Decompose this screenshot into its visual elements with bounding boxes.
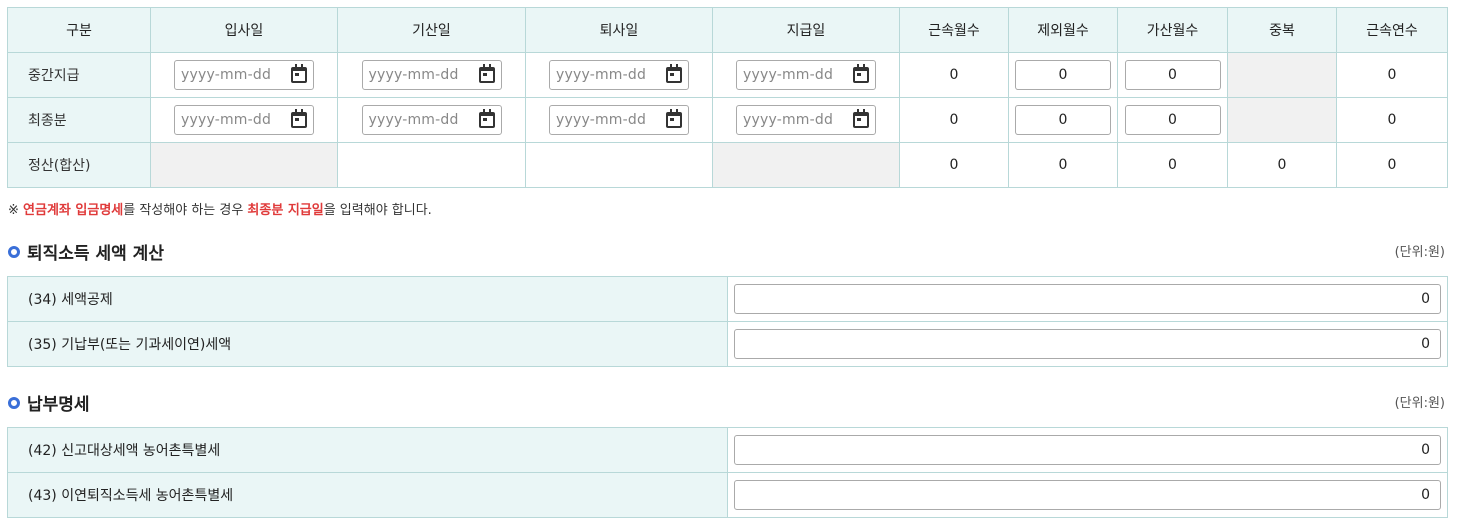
start-date-cell [337,142,526,188]
col-header-duplicate: 중복 [1227,7,1337,53]
table-row-interim: 중간지급 yyyy-mm-dd yyyy-mm-dd yyyy-mm-dd yy… [7,52,1448,98]
calendar-icon[interactable] [666,109,682,128]
prepaid-tax-label: (35) 기납부(또는 기과세이연)세액 [7,321,728,367]
start-date-input[interactable]: yyyy-mm-dd [361,105,502,135]
join-date-input[interactable]: yyyy-mm-dd [174,60,314,90]
col-header-start-date: 기산일 [337,7,526,53]
start-date-input[interactable]: yyyy-mm-dd [361,60,502,90]
service-months-value: 0 [899,97,1009,143]
added-months-value: 0 [1117,142,1228,188]
notice-highlight: 최종분 지급일 [247,203,324,218]
tax-table: (34) 세액공제 0 (35) 기납부(또는 기과세이연)세액 0 [7,276,1448,367]
pay-date-input[interactable]: yyyy-mm-dd [736,105,876,135]
pay-date-cell [712,142,900,188]
row-label: 중간지급 [7,52,151,98]
prepaid-tax-input[interactable]: 0 [734,329,1441,359]
excluded-months-input[interactable]: 0 [1015,60,1111,90]
service-years-value: 0 [1336,52,1448,98]
bullet-icon [8,245,20,258]
rural-tax-deferred-label: (43) 이연퇴직소득세 농어촌특별세 [7,472,728,518]
pay-date-input[interactable]: yyyy-mm-dd [736,60,876,90]
period-table: 구분 입사일 기산일 퇴사일 지급일 근속월수 제외월수 가산월수 중복 근속연… [7,7,1448,188]
join-date-input[interactable]: yyyy-mm-dd [174,105,314,135]
bullet-icon [8,396,20,409]
excluded-months-value: 0 [1008,142,1118,188]
table-row: (42) 신고대상세액 농어촌특별세 0 [7,427,1448,473]
col-header-leave-date: 퇴사일 [525,7,713,53]
col-header-category: 구분 [7,7,151,53]
notice-text: ※ 연금계좌 입금명세를 작성해야 하는 경우 최종분 지급일을 입력해야 합니… [8,203,432,218]
row-label: 정산(합산) [7,142,151,188]
calendar-icon[interactable] [291,64,307,83]
table-row: (35) 기납부(또는 기과세이연)세액 0 [7,321,1448,367]
leave-date-input[interactable]: yyyy-mm-dd [549,60,689,90]
tax-credit-input[interactable]: 0 [734,284,1441,314]
table-row-settlement: 정산(합산) 0 0 0 0 0 [7,142,1448,188]
table-row: (34) 세액공제 0 [7,276,1448,322]
duplicate-value: 0 [1227,142,1337,188]
leave-date-input[interactable]: yyyy-mm-dd [549,105,689,135]
added-months-input[interactable]: 0 [1124,60,1221,90]
service-months-value: 0 [899,142,1009,188]
join-date-cell [150,142,338,188]
calendar-icon[interactable] [853,109,869,128]
unit-label: (단위:원) [1394,245,1445,260]
table-row: (43) 이연퇴직소득세 농어촌특별세 0 [7,472,1448,518]
col-header-service-months: 근속월수 [899,7,1009,53]
rural-tax-reported-input[interactable]: 0 [734,435,1441,465]
col-header-join-date: 입사일 [150,7,338,53]
unit-label: (단위:원) [1394,396,1445,411]
notice-highlight: 연금계좌 입금명세 [23,203,124,218]
service-years-value: 0 [1336,142,1448,188]
period-table-header-row: 구분 입사일 기산일 퇴사일 지급일 근속월수 제외월수 가산월수 중복 근속연… [7,7,1448,53]
col-header-service-years: 근속연수 [1336,7,1448,53]
duplicate-cell [1227,52,1337,98]
added-months-input[interactable]: 0 [1124,105,1221,135]
service-months-value: 0 [899,52,1009,98]
calendar-icon[interactable] [478,64,495,83]
row-label: 최종분 [7,97,151,143]
calendar-icon[interactable] [666,64,682,83]
table-row-final: 최종분 yyyy-mm-dd yyyy-mm-dd yyyy-mm-dd yyy… [7,97,1448,143]
rural-tax-deferred-input[interactable]: 0 [734,480,1441,510]
excluded-months-input[interactable]: 0 [1015,105,1111,135]
col-header-excluded-months: 제외월수 [1008,7,1118,53]
duplicate-cell [1227,97,1337,143]
service-years-value: 0 [1336,97,1448,143]
calendar-icon[interactable] [853,64,869,83]
section-title-tax: 퇴직소득 세액 계산 [8,239,164,264]
calendar-icon[interactable] [291,109,307,128]
payment-table: (42) 신고대상세액 농어촌특별세 0 (43) 이연퇴직소득세 농어촌특별세… [7,427,1448,518]
col-header-added-months: 가산월수 [1117,7,1228,53]
leave-date-cell [525,142,713,188]
section-title-payment: 납부명세 [8,390,90,415]
tax-credit-label: (34) 세액공제 [7,276,728,322]
rural-tax-reported-label: (42) 신고대상세액 농어촌특별세 [7,427,728,473]
col-header-pay-date: 지급일 [712,7,900,53]
calendar-icon[interactable] [478,109,495,128]
